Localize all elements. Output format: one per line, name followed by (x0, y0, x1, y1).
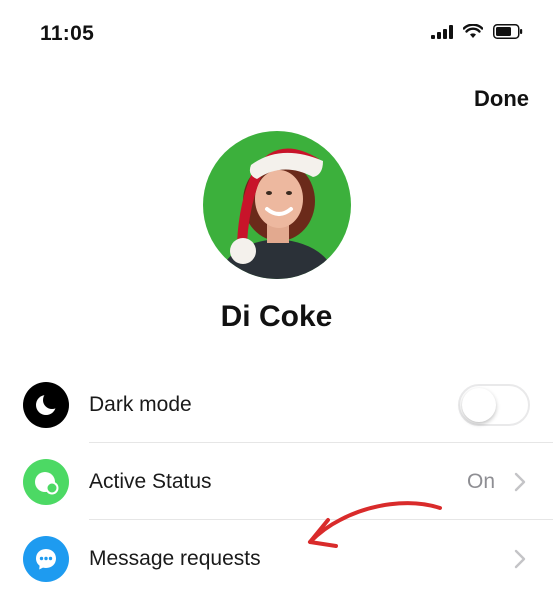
signal-icon (431, 24, 453, 44)
annotation-arrow-icon (308, 501, 442, 548)
setting-row-dark-mode[interactable]: Dark mode (0, 366, 553, 443)
dark-mode-toggle[interactable] (458, 383, 530, 426)
setting-label: Active Status (89, 469, 212, 493)
setting-label: Message requests (89, 546, 261, 570)
setting-row-message-requests[interactable]: Message requests (0, 520, 553, 597)
chevron-right-icon (513, 549, 527, 569)
avatar[interactable] (203, 131, 351, 279)
active-status-icon (23, 458, 69, 505)
chevron-right-icon (513, 472, 527, 492)
settings-list: Dark mode Active Status On Message reque… (0, 366, 553, 597)
avatar-image (203, 131, 351, 279)
done-button[interactable]: Done (474, 86, 529, 112)
status-bar: 11:05 (0, 0, 553, 70)
setting-label: Dark mode (89, 392, 192, 416)
profile-name: Di Coke (220, 300, 333, 333)
chat-bubble-icon (23, 535, 69, 582)
status-icons (431, 23, 523, 44)
setting-value: On (466, 469, 495, 493)
wifi-icon (462, 23, 484, 44)
battery-icon (493, 24, 523, 44)
moon-icon (23, 381, 69, 428)
toggle-knob (462, 387, 496, 422)
status-time: 11:05 (40, 22, 95, 45)
setting-row-active-status[interactable]: Active Status On (0, 443, 553, 520)
